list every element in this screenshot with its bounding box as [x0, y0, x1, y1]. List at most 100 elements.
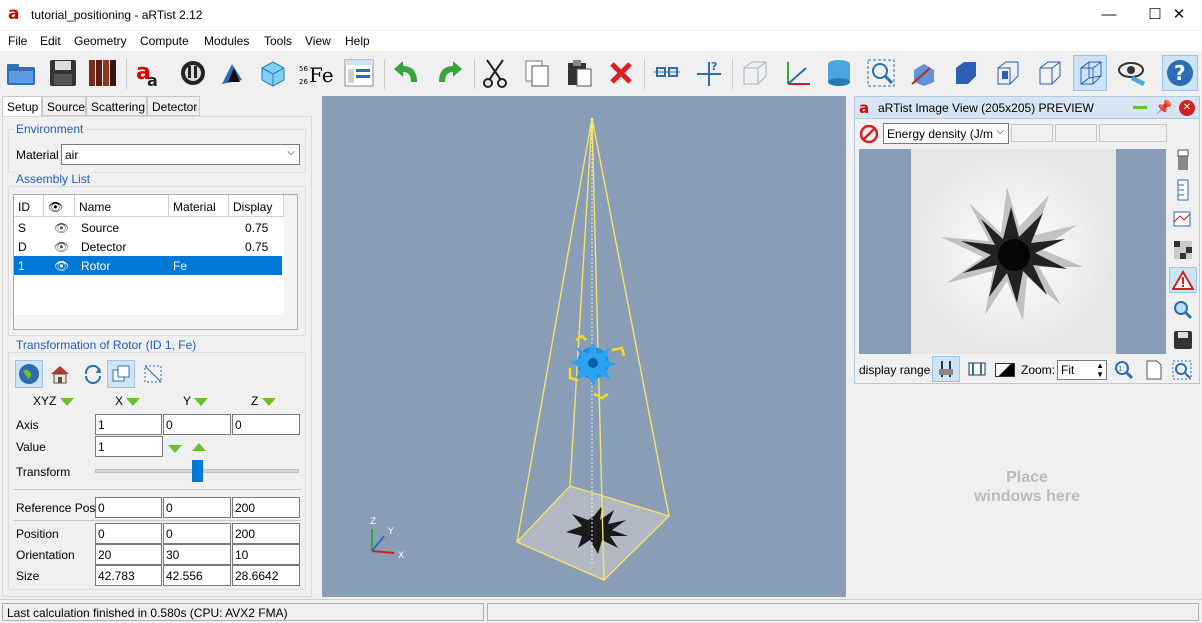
z-label[interactable]: Z	[251, 394, 276, 408]
rotate-icon[interactable]	[79, 360, 107, 388]
orientation-z-field[interactable]: 10	[232, 544, 300, 565]
spin-arrows-icon[interactable]: ▲ ▼	[1096, 361, 1104, 379]
quantity-select[interactable]: Energy density (J/m ⌵	[883, 123, 1009, 144]
profile-icon[interactable]	[1169, 207, 1197, 233]
eye-icon[interactable]: 👁	[50, 237, 74, 256]
increase-icon[interactable]	[192, 440, 206, 454]
col-name[interactable]: Name	[75, 195, 169, 217]
zoom-spinbox[interactable]: Fit ▲ ▼	[1057, 360, 1107, 380]
tab-source[interactable]: Source	[42, 96, 86, 116]
table-row-selected[interactable]: 1 👁 Rotor Fe	[14, 256, 282, 275]
translate-icon[interactable]	[107, 360, 135, 388]
orientation-y-field[interactable]: 30	[163, 544, 231, 565]
menu-view[interactable]: View	[305, 34, 331, 48]
orientation-x-field[interactable]: 20	[95, 544, 162, 565]
col-display[interactable]: Display	[229, 195, 284, 217]
size-x-field[interactable]: 42.783	[95, 565, 162, 586]
refpos-x-field[interactable]: 0	[95, 497, 162, 518]
decrease-icon[interactable]	[168, 441, 182, 455]
page-icon[interactable]	[1143, 359, 1165, 381]
y-label[interactable]: Y	[183, 394, 209, 408]
zoom-icon[interactable]	[1169, 297, 1197, 323]
horizontal-scrollbar[interactable]	[14, 315, 284, 329]
colorbar-icon[interactable]	[1169, 147, 1197, 173]
save-image-icon[interactable]	[1169, 327, 1197, 353]
position-z-field[interactable]: 200	[232, 523, 300, 544]
x-label[interactable]: X	[115, 394, 141, 408]
zoom-fit-icon[interactable]	[1171, 359, 1193, 381]
pin-icon[interactable]: 📌	[1155, 99, 1172, 116]
wand-icon[interactable]	[216, 55, 250, 91]
view-top-icon[interactable]	[1032, 55, 1066, 91]
axes-icon[interactable]	[780, 55, 814, 91]
warning-icon[interactable]	[1169, 267, 1197, 293]
help-icon[interactable]: ?	[1162, 55, 1198, 91]
menu-geometry[interactable]: Geometry	[74, 34, 127, 48]
copy-icon[interactable]	[520, 55, 554, 91]
paste-icon[interactable]	[562, 55, 596, 91]
tab-setup[interactable]: Setup	[2, 96, 42, 117]
home-icon[interactable]	[46, 360, 74, 388]
menu-help[interactable]: Help	[345, 34, 370, 48]
position-x-field[interactable]: 0	[95, 523, 162, 544]
size-y-field[interactable]: 42.556	[163, 565, 231, 586]
vertical-scrollbar[interactable]	[284, 195, 297, 329]
artist-material-icon[interactable]: aa	[132, 55, 166, 91]
visibility-icon[interactable]	[1116, 55, 1150, 91]
minimize-button[interactable]: —	[1086, 0, 1132, 30]
table-row[interactable]: S 👁 Source 0.75	[14, 218, 282, 237]
image-canvas[interactable]	[859, 149, 1166, 354]
auto-range-icon[interactable]	[932, 356, 960, 382]
xyz-label[interactable]: XYZ	[33, 394, 74, 408]
view-wireframe-icon[interactable]	[1073, 55, 1107, 91]
noise-icon[interactable]	[1169, 237, 1197, 263]
undo-icon[interactable]	[390, 55, 424, 91]
redo-icon[interactable]	[432, 55, 466, 91]
open-folder-icon[interactable]	[4, 55, 38, 91]
menu-tools[interactable]: Tools	[264, 34, 292, 48]
minimize-icon[interactable]	[1133, 106, 1147, 109]
value-field[interactable]: 1	[95, 436, 163, 457]
element-fe-icon[interactable]: 56 26 Fe	[298, 55, 338, 91]
close-icon[interactable]: ✕	[1179, 100, 1195, 116]
close-button[interactable]: ✕	[1156, 0, 1202, 30]
bounding-box-icon[interactable]	[738, 55, 772, 91]
position-y-field[interactable]: 0	[163, 523, 231, 544]
save-icon[interactable]	[46, 55, 80, 91]
view-iso-icon[interactable]	[906, 55, 940, 91]
col-visibility[interactable]: 👁	[44, 195, 75, 217]
view-side-icon[interactable]	[990, 55, 1024, 91]
eye-icon[interactable]: 👁	[50, 256, 74, 275]
position-help-icon[interactable]: ?	[692, 55, 726, 91]
menu-file[interactable]: File	[8, 34, 27, 48]
library-icon[interactable]	[86, 55, 120, 91]
invert-icon[interactable]	[995, 363, 1015, 377]
material-select[interactable]: air ⌵	[61, 144, 300, 165]
tab-scattering[interactable]: Scattering	[86, 96, 147, 116]
menu-compute[interactable]: Compute	[140, 34, 189, 48]
scale-icon[interactable]	[139, 360, 167, 388]
menu-edit[interactable]: Edit	[40, 34, 61, 48]
axis-x-field[interactable]: 1	[95, 414, 162, 435]
axis-y-field[interactable]: 0	[163, 414, 231, 435]
axis-z-field[interactable]: 0	[232, 414, 300, 435]
refpos-y-field[interactable]: 0	[163, 497, 231, 518]
cut-icon[interactable]	[478, 55, 512, 91]
slider-thumb[interactable]	[191, 460, 203, 482]
cylinder-icon[interactable]	[822, 55, 856, 91]
refpos-z-field[interactable]: 200	[232, 497, 300, 518]
align-icon[interactable]	[650, 55, 684, 91]
globe-icon[interactable]	[15, 360, 43, 388]
col-id[interactable]: ID	[14, 195, 44, 217]
col-material[interactable]: Material	[169, 195, 229, 217]
range-icon[interactable]	[963, 356, 991, 382]
size-z-field[interactable]: 28.6642	[232, 565, 300, 586]
ruler-icon[interactable]	[1169, 177, 1197, 203]
eye-icon[interactable]: 👁	[50, 218, 74, 237]
menu-modules[interactable]: Modules	[204, 34, 249, 48]
panel-icon[interactable]	[342, 55, 376, 91]
cube-blue-icon[interactable]	[256, 55, 290, 91]
table-row[interactable]: D 👁 Detector 0.75	[14, 237, 282, 256]
rotor-icon[interactable]	[176, 55, 210, 91]
3d-viewport[interactable]: Z Y X	[322, 96, 846, 597]
